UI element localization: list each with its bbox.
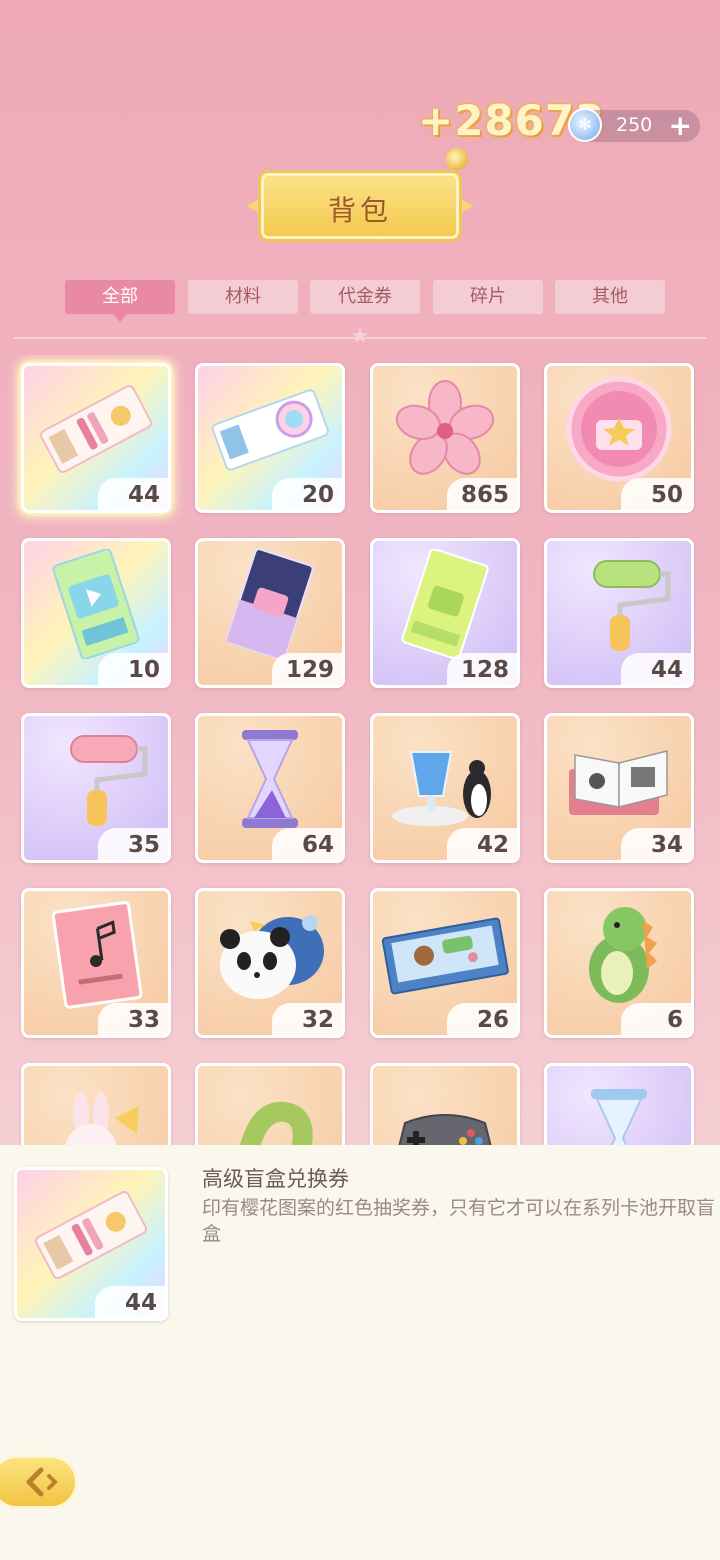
blue-drink-penguin-icon [392, 751, 491, 827]
item-count: 44 [98, 478, 168, 510]
star-divider-icon: ★ [350, 324, 370, 349]
item-count: 64 [272, 828, 342, 860]
sakura-flower-icon [395, 380, 495, 476]
item-count: 35 [98, 828, 168, 860]
rainbow-ticket-icon [211, 389, 329, 471]
hourglass-icon [242, 730, 298, 829]
item-detail-panel: 44 高级盲盒兑换券 印有樱花图案的红色抽奖券，只有它才可以在系列卡池开取盲盒 [0, 1145, 720, 1560]
item-slot[interactable] [544, 1063, 694, 1145]
snowflake-gem-icon: ✻ [568, 108, 602, 142]
item-slot[interactable]: 34 [544, 713, 694, 863]
item-count: 34 [621, 828, 691, 860]
game-controller-icon [398, 1114, 492, 1145]
item-slot[interactable]: 20 [195, 363, 345, 513]
item-slot[interactable]: 64 [195, 713, 345, 863]
tab-materials[interactable]: 材料 [188, 280, 298, 314]
item-count: 33 [98, 1003, 168, 1035]
gold-coin-icon [446, 148, 468, 170]
navy-bag-ticket-icon [226, 549, 314, 660]
selected-item-thumbnail: 44 [14, 1167, 168, 1321]
item-count: 44 [621, 653, 691, 685]
inventory-grid[interactable]: 44 20 865 50 10 129 128 44 35 64 42 34 3… [0, 355, 720, 1145]
selected-item-description: 印有樱花图案的红色抽奖券，只有它才可以在系列卡池开取盲盒 [202, 1197, 716, 1245]
dinosaur-plush-icon [589, 907, 657, 1004]
selected-item-count: 44 [95, 1286, 165, 1318]
currency-bar[interactable]: ✻ 250 + [568, 108, 700, 142]
music-notebook-icon [51, 901, 143, 1010]
panda-plush-icon [220, 915, 324, 1000]
blue-hourglass-icon [591, 1089, 647, 1145]
item-count: 42 [447, 828, 517, 860]
page-title-banner: 背包 [258, 170, 462, 242]
item-slot[interactable]: 33 [21, 888, 171, 1038]
premium-blindbox-ticket-icon [35, 1191, 147, 1280]
item-count: 6 [621, 1003, 691, 1035]
item-slot[interactable]: 35 [21, 713, 171, 863]
category-tabs: 全部 材料 代金券 碎片 其他 [65, 280, 665, 322]
item-count: 50 [621, 478, 691, 510]
puzzle-box-icon [381, 917, 509, 995]
item-slot[interactable]: 10 [21, 538, 171, 688]
selected-item-name: 高级盲盒兑换券 [202, 1167, 349, 1191]
item-slot[interactable]: 26 [370, 888, 520, 1038]
item-slot[interactable]: 50 [544, 363, 694, 513]
item-slot[interactable] [195, 1063, 345, 1145]
bunny-plush-icon [65, 1092, 139, 1145]
item-count: 20 [272, 478, 342, 510]
back-arrow-icon [26, 1467, 58, 1497]
premium-blindbox-ticket-icon [40, 385, 152, 474]
green-bag-ticket-icon [401, 549, 489, 660]
item-slot[interactable]: 129 [195, 538, 345, 688]
item-slot[interactable]: 6 [544, 888, 694, 1038]
item-slot[interactable]: 865 [370, 363, 520, 513]
tab-vouchers[interactable]: 代金券 [310, 280, 420, 314]
item-slot[interactable]: 44 [544, 538, 694, 688]
page-title: 背包 [327, 194, 392, 227]
back-button[interactable] [0, 1455, 78, 1509]
pink-bag-coin-icon [566, 376, 672, 482]
item-count: 865 [446, 478, 517, 510]
currency-value: 250 [616, 114, 653, 136]
manga-books-icon [569, 750, 668, 816]
green-paint-roller-icon [593, 560, 671, 652]
green-scarf-icon [239, 1101, 313, 1145]
item-count: 10 [98, 653, 168, 685]
item-slot[interactable]: 44 [21, 363, 171, 513]
tab-others[interactable]: 其他 [555, 280, 665, 314]
item-count: 129 [271, 653, 342, 685]
item-count: 32 [272, 1003, 342, 1035]
add-currency-button[interactable]: + [669, 109, 692, 142]
video-ticket-icon [52, 549, 140, 660]
item-slot[interactable]: 128 [370, 538, 520, 688]
item-count: 128 [446, 653, 517, 685]
item-slot[interactable] [21, 1063, 171, 1145]
pink-paint-roller-icon [70, 735, 148, 827]
tab-fragments[interactable]: 碎片 [433, 280, 543, 314]
item-slot[interactable] [370, 1063, 520, 1145]
item-count: 26 [447, 1003, 517, 1035]
tab-all[interactable]: 全部 [65, 280, 175, 322]
item-slot[interactable]: 32 [195, 888, 345, 1038]
item-slot[interactable]: 42 [370, 713, 520, 863]
